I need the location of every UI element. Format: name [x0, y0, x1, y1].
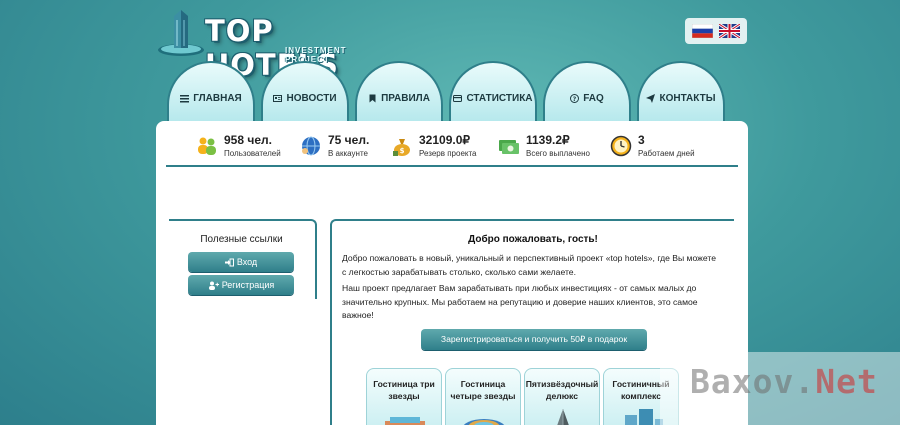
send-icon: [646, 93, 656, 103]
stat-label: В аккаунте: [328, 149, 368, 158]
russian-flag-icon[interactable]: [692, 24, 713, 38]
register-button[interactable]: Регистрация: [188, 275, 294, 295]
cash-icon: [499, 140, 519, 154]
watermark-part1: Baxov.: [690, 362, 816, 401]
clock-icon: [610, 135, 632, 157]
main-navigation: ГЛАВНАЯ НОВОСТИ ПРАВИЛА СТАТИСТИКА ? FAQ…: [165, 61, 745, 123]
language-switcher: [685, 18, 747, 44]
bookmark-icon: [369, 94, 376, 102]
newspaper-icon: [273, 94, 283, 102]
useful-links-box: Полезные ссылки Вход Регистрация: [169, 219, 317, 299]
hotel-four-star-image: [463, 419, 505, 425]
add-user-icon: [208, 281, 219, 290]
card-icon: [453, 94, 463, 102]
svg-text:$: $: [400, 147, 405, 155]
stats-divider: [166, 165, 738, 167]
nav-tab-rules[interactable]: ПРАВИЛА: [355, 61, 443, 123]
building-logo-icon: [158, 10, 204, 56]
stat-label: Пользователей: [224, 149, 281, 158]
menu-icon: [180, 94, 190, 102]
login-button[interactable]: Вход: [188, 252, 294, 272]
stat-label: Работаем дней: [638, 149, 695, 158]
hotel-three-star-image: [385, 417, 425, 425]
plan-card-title: Гостиница четыре звезды: [450, 379, 516, 401]
money-bag-icon: $: [393, 139, 410, 156]
nav-tab-label: ПРАВИЛА: [381, 92, 430, 104]
welcome-title: Добро пожаловать, гость!: [468, 234, 598, 245]
watermark-part2: Net: [815, 362, 878, 401]
nav-tab-faq[interactable]: ? FAQ: [543, 61, 631, 123]
stat-label: Всего выплачено: [526, 149, 590, 158]
site-logo[interactable]: TOP HOTELS INVESTMENT PROJECT: [157, 8, 387, 82]
nav-tab-label: ГЛАВНАЯ: [193, 92, 242, 104]
nav-tab-home[interactable]: ГЛАВНАЯ: [167, 61, 255, 123]
stat-value: 3: [638, 133, 645, 147]
stat-value: 32109.0₽: [419, 133, 471, 147]
stat-value: 1139.2₽: [526, 133, 570, 147]
nav-tab-contacts[interactable]: КОНТАКТЫ: [637, 61, 725, 123]
svg-text:?: ?: [573, 96, 577, 103]
english-flag-icon[interactable]: [719, 24, 740, 38]
welcome-paragraph-1: Добро пожаловать в новый, уникальный и п…: [342, 253, 716, 277]
nav-tab-label: КОНТАКТЫ: [659, 92, 716, 104]
register-label: Регистрация: [221, 280, 275, 290]
stat-value: 958 чел.: [224, 133, 272, 147]
plan-card-title: Пятизвёздочный делюкс: [525, 379, 599, 401]
plan-card-five-star[interactable]: Пятизвёздочный делюкс: [524, 368, 600, 425]
login-label: Вход: [236, 257, 258, 267]
stat-label: Резерв проекта: [419, 149, 477, 158]
register-bonus-button[interactable]: Зарегистрироваться и получить 50₽ в пода…: [421, 329, 647, 350]
hotel-five-star-image: [557, 409, 569, 425]
plan-card-four-star[interactable]: Гостиница четыре звезды: [445, 368, 521, 425]
stat-value: 75 чел.: [328, 133, 370, 147]
stats-bar: 958 чел. Пользователей 75 чел. В аккаунт…: [156, 121, 748, 169]
nav-tab-label: НОВОСТИ: [286, 92, 337, 104]
users-icon: [198, 137, 216, 155]
useful-links-title: Полезные ссылки: [200, 234, 283, 245]
login-icon: [224, 258, 234, 266]
globe-users-icon: [302, 136, 320, 156]
nav-tab-statistics[interactable]: СТАТИСТИКА: [449, 61, 537, 123]
nav-tab-news[interactable]: НОВОСТИ: [261, 61, 349, 123]
welcome-paragraph-2: Наш проект предлагает Вам зарабатывать п…: [342, 283, 698, 320]
plan-card-title: Гостиница три звезды: [373, 379, 435, 401]
question-icon: ?: [570, 93, 580, 103]
nav-tab-label: СТАТИСТИКА: [466, 92, 533, 104]
watermark-text: Baxov.Net: [690, 362, 878, 401]
nav-tab-label: FAQ: [583, 92, 604, 104]
plan-card-three-star[interactable]: Гостиница три звезды: [366, 368, 442, 425]
